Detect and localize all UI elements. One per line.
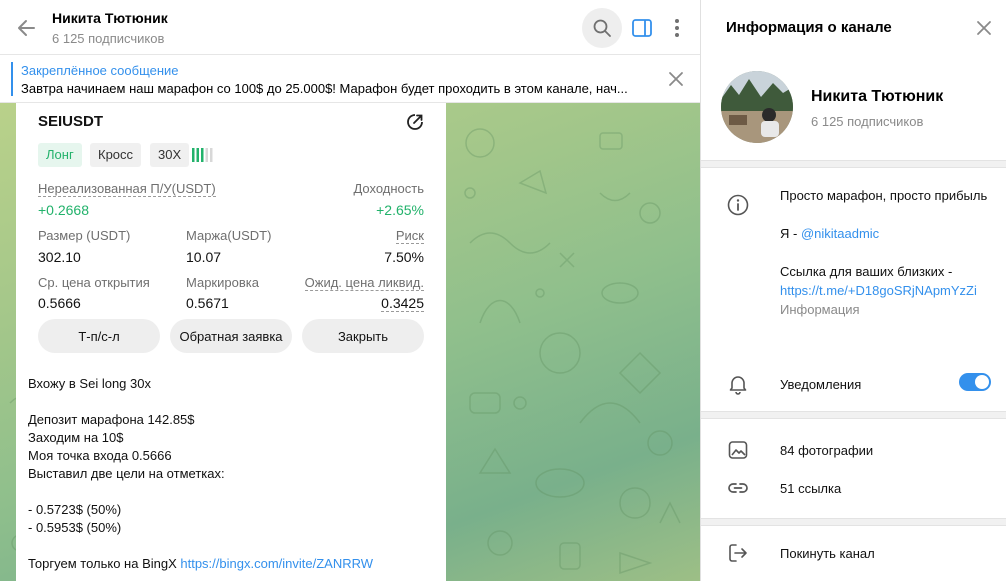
sidebar-toggle-icon[interactable]: [630, 16, 654, 40]
section-divider: [701, 518, 1006, 526]
entry-price-label: Ср. цена открытия: [38, 275, 150, 290]
message-body: Вхожу в Sei long 30x Депозит марафона 14…: [28, 376, 225, 571]
roi-value: +2.65%: [376, 202, 424, 218]
channel-subscribers: 6 125 подписчиков: [811, 114, 924, 129]
close-icon[interactable]: [975, 19, 993, 37]
invite-link[interactable]: https://t.me/+D18goSRjNApmYzZi: [780, 281, 995, 300]
chat-header: Никита Тютюник 6 125 подписчиков: [0, 0, 700, 55]
size-value: 302.10: [38, 249, 81, 265]
entry-price-value: 0.5666: [38, 295, 81, 311]
contact-prefix: Я -: [780, 226, 801, 241]
size-label: Размер (USDT): [38, 228, 131, 243]
pinned-title: Закреплённое сообщение: [21, 63, 179, 78]
channel-avatar[interactable]: [721, 71, 793, 143]
back-arrow-icon[interactable]: [14, 15, 40, 41]
avatar-photo: [721, 71, 793, 143]
pinned-message[interactable]: Закреплённое сообщение Завтра начинаем н…: [0, 55, 700, 103]
message-text: Вхожу в Sei long 30x Депозит марафона 14…: [28, 375, 438, 573]
risk-label: Риск: [324, 228, 424, 244]
chat-title[interactable]: Никита Тютюник: [52, 10, 168, 26]
pnl-label: Нереализованная П/У(USDT): [38, 181, 216, 197]
position-side-badge: Лонг: [38, 143, 82, 167]
channel-info-panel: Информация о канале Никита Тютюник 6 125…: [700, 0, 1006, 581]
pinned-accent-bar: [11, 62, 13, 96]
margin-value: 10.07: [186, 249, 222, 265]
links-label: 51 ссылка: [780, 481, 842, 496]
channel-description: Просто марафон, просто прибыль Я - @niki…: [780, 186, 995, 319]
leave-icon: [729, 544, 747, 562]
notifications-label: Уведомления: [780, 377, 862, 392]
search-icon: [593, 19, 611, 37]
contact-link[interactable]: @nikitaadmic: [801, 226, 879, 241]
trade-symbol: SEIUSDT: [38, 113, 104, 130]
liq-price-label: Ожид. цена ликвид.: [274, 275, 424, 291]
pnl-value: +0.2668: [38, 202, 89, 218]
leverage-level-icon: [192, 148, 213, 162]
invite-label: Ссылка для ваших близких -: [780, 264, 953, 279]
risk-label-text: Риск: [395, 228, 424, 244]
section-divider: [701, 411, 1006, 419]
referral-link[interactable]: https://bingx.com/invite/ZANRRW: [180, 556, 373, 571]
leverage-badge: 30X: [150, 143, 190, 167]
mark-price-value: 0.5671: [186, 295, 229, 311]
margin-mode-badge: Кросс: [90, 143, 142, 167]
liq-price-label-text: Ожид. цена ликвид.: [304, 275, 424, 291]
tpsl-button: Т-п/с-л: [38, 319, 160, 353]
liq-price-value: 0.3425: [324, 295, 424, 312]
liq-price-value-text: 0.3425: [381, 295, 424, 312]
leave-channel-label: Покинуть канал: [780, 546, 875, 561]
roi-label: Доходность: [353, 181, 424, 196]
description-caption: Информация: [780, 302, 860, 317]
close-pinned-icon[interactable]: [667, 70, 685, 88]
notifications-toggle[interactable]: [959, 373, 991, 391]
info-icon: [727, 194, 749, 216]
link-icon: [728, 483, 748, 493]
section-divider: [701, 160, 1006, 168]
channel-name: Никита Тютюник: [811, 88, 944, 105]
chat-area: Никита Тютюник 6 125 подписчиков Закрепл…: [0, 0, 700, 581]
share-icon: [407, 114, 423, 130]
mark-price-label: Маркировка: [186, 275, 259, 290]
chat-subscribers: 6 125 подписчиков: [52, 31, 165, 46]
info-panel-title: Информация о канале: [726, 19, 892, 36]
reverse-order-button: Обратная заявка: [170, 319, 292, 353]
search-button[interactable]: [582, 8, 622, 48]
margin-label: Маржа(USDT): [186, 228, 272, 243]
bell-icon: [729, 376, 747, 395]
photos-label: 84 фотографии: [780, 443, 874, 458]
description-text: Просто марафон, просто прибыль: [780, 188, 988, 203]
photo-icon: [728, 441, 748, 459]
risk-value: 7.50%: [384, 249, 424, 265]
close-position-button: Закрыть: [302, 319, 424, 353]
trade-screenshot: SEIUSDT Лонг Кросс 30X Нереализованная П…: [30, 103, 430, 353]
message-bubble: SEIUSDT Лонг Кросс 30X Нереализованная П…: [16, 103, 446, 581]
contact-line: Я - @nikitaadmic: [780, 224, 995, 243]
more-menu-icon[interactable]: [667, 16, 687, 40]
pinned-text: Завтра начинаем наш марафон со 100$ до 2…: [21, 81, 628, 96]
